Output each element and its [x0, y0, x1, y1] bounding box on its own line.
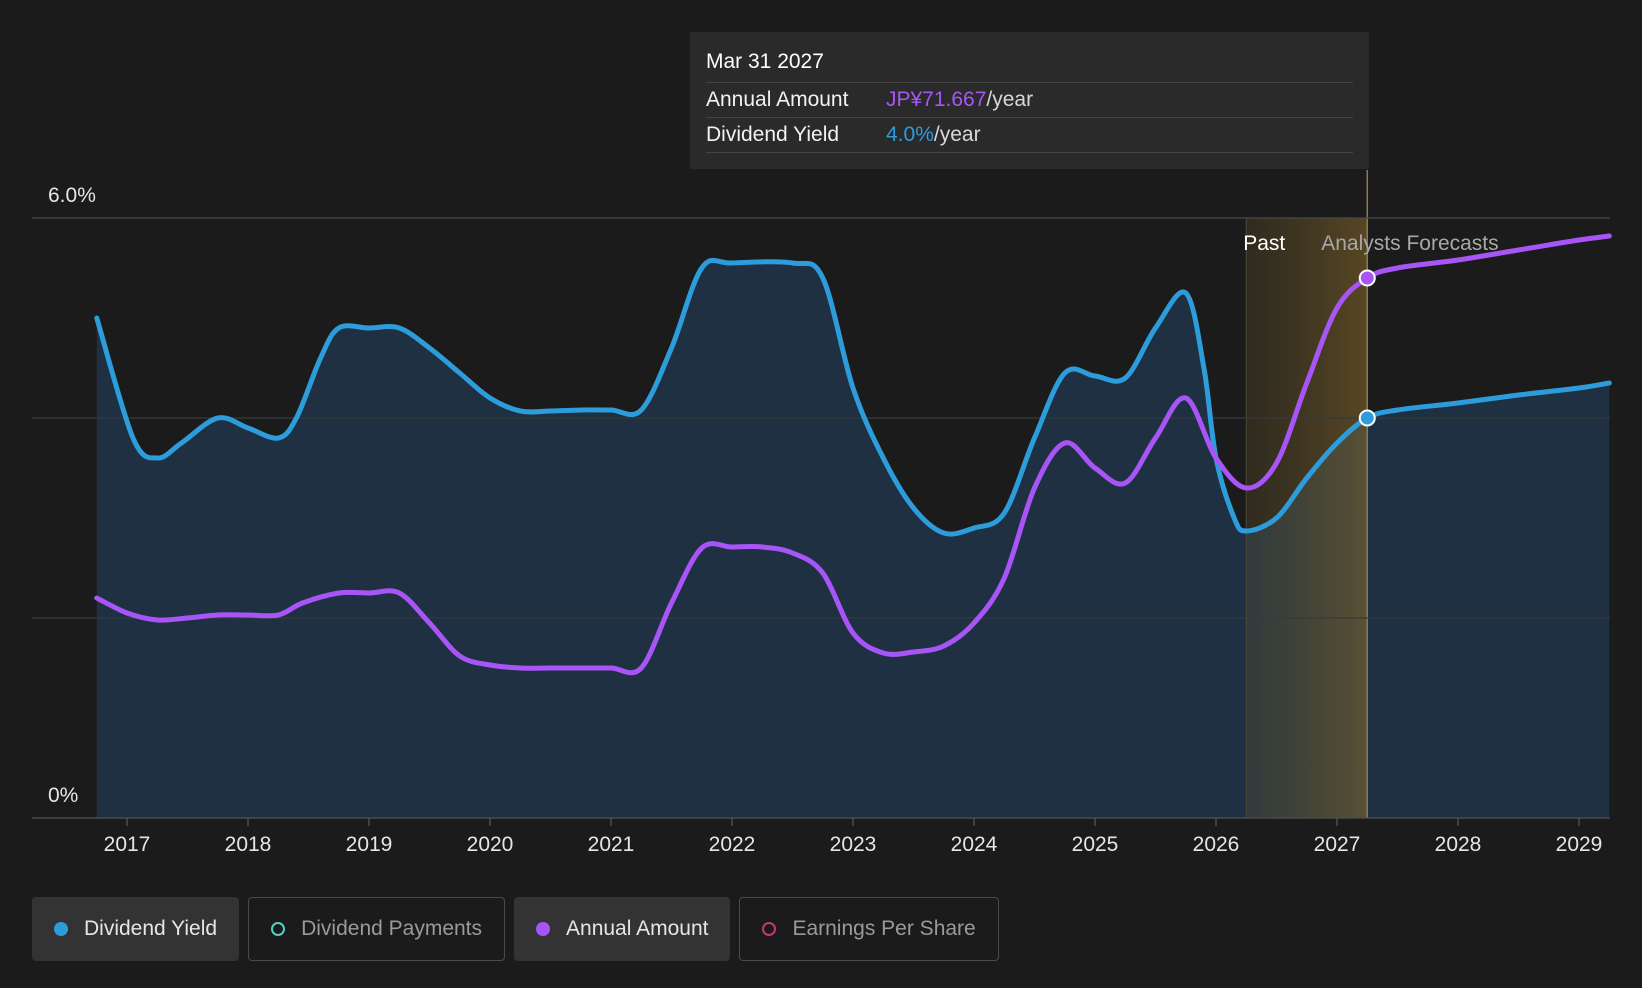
legend-label: Dividend Yield [84, 917, 218, 940]
legend-label: Dividend Payments [301, 917, 483, 940]
x-tick-label: 2029 [1556, 833, 1603, 856]
tooltip-row-dividend-yield: Dividend Yield 4.0% /year [706, 118, 1353, 153]
annual-amount-marker [1358, 269, 1376, 287]
tooltip-unit: /year [933, 123, 981, 146]
x-tick-label: 2027 [1314, 833, 1361, 856]
tooltip-label: Dividend Yield [706, 123, 840, 146]
tooltip-label: Annual Amount [706, 88, 849, 111]
x-tick-label: 2020 [467, 833, 514, 856]
forecast-label: Analysts Forecasts [1321, 232, 1498, 255]
legend-label: Annual Amount [566, 917, 709, 940]
forecast-region [1246, 218, 1368, 818]
x-tick-label: 2023 [830, 833, 877, 856]
dividend-yield-area [96, 260, 1610, 818]
tooltip-value: JP¥71.667 [886, 88, 987, 111]
hover-tooltip: Mar 31 2027 Annual Amount JP¥71.667 /yea… [690, 32, 1369, 169]
dividend-yield-marker [1358, 409, 1376, 427]
x-tick-label: 2019 [346, 833, 393, 856]
legend-toggle-dividend-payments[interactable]: Dividend Payments [248, 897, 506, 961]
x-tick-label: 2028 [1435, 833, 1482, 856]
x-tick-label: 2026 [1193, 833, 1240, 856]
x-tick-label: 2024 [951, 833, 998, 856]
legend-toggle-annual-amount[interactable]: Annual Amount [514, 897, 731, 961]
x-tick-label: 2022 [709, 833, 756, 856]
legend-toggle-dividend-yield[interactable]: Dividend Yield [32, 897, 240, 961]
legend-label: Earnings Per Share [792, 917, 976, 940]
tooltip-value: 4.0% [886, 123, 934, 146]
dividend-yield-dot-icon [54, 922, 68, 936]
tooltip-date: Mar 31 2027 [706, 32, 1353, 83]
y-tick-label: 6.0% [48, 184, 96, 207]
annual-amount-dot-icon [536, 922, 551, 936]
x-tick-label: 2025 [1072, 833, 1119, 856]
earnings-per-share-ring-icon [762, 922, 777, 936]
x-tick-label: 2017 [104, 833, 151, 856]
y-tick-label: 0% [48, 784, 78, 807]
past-label: Past [1243, 232, 1285, 255]
chart-legend: Dividend Yield Dividend Payments Annual … [32, 897, 999, 961]
tooltip-unit: /year [986, 88, 1034, 111]
x-tick-label: 2021 [588, 833, 635, 856]
tooltip-row-annual-amount: Annual Amount JP¥71.667 /year [706, 83, 1353, 118]
dividend-payments-ring-icon [271, 922, 286, 936]
legend-toggle-earnings-per-share[interactable]: Earnings Per Share [739, 897, 999, 961]
x-tick-label: 2018 [225, 833, 272, 856]
